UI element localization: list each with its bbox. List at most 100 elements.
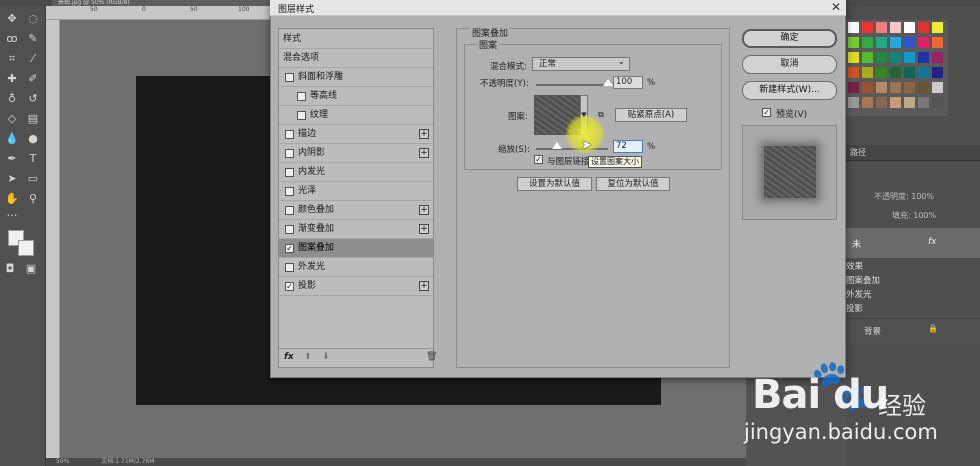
- style-checkbox[interactable]: [285, 206, 294, 215]
- tab-paths[interactable]: 路径: [850, 147, 866, 158]
- color-swatch[interactable]: [876, 67, 887, 78]
- blur-tool-icon[interactable]: 💧: [3, 130, 21, 148]
- style-item[interactable]: 内阴影 +: [279, 144, 433, 163]
- style-item[interactable]: 混合选项: [279, 49, 433, 68]
- background-color-swatch[interactable]: [18, 240, 34, 256]
- color-swatch[interactable]: [918, 52, 929, 63]
- layer-fill[interactable]: 填充: 100%: [892, 210, 936, 221]
- style-item[interactable]: 渐变叠加 +: [279, 220, 433, 239]
- color-swatch[interactable]: [904, 67, 915, 78]
- clone-stamp-icon[interactable]: ♁: [3, 90, 21, 108]
- style-checkbox[interactable]: [285, 73, 294, 82]
- healing-brush-icon[interactable]: ✚: [3, 70, 21, 88]
- style-item[interactable]: 描边 +: [279, 125, 433, 144]
- color-swatch[interactable]: [848, 22, 859, 33]
- style-item[interactable]: 斜面和浮雕: [279, 68, 433, 87]
- color-swatch[interactable]: [932, 52, 943, 63]
- style-item[interactable]: 样式: [279, 30, 433, 49]
- type-tool-icon[interactable]: T: [24, 150, 42, 168]
- pen-tool-icon[interactable]: ✒: [3, 150, 21, 168]
- color-swatch[interactable]: [904, 97, 915, 108]
- move-down-icon[interactable]: ⬇: [322, 352, 330, 362]
- layer-effect-item[interactable]: 效果: [846, 260, 863, 272]
- lasso-tool-icon[interactable]: ꝏ: [3, 30, 21, 48]
- style-checkbox[interactable]: ✓: [285, 244, 294, 253]
- style-item[interactable]: ✓ 图案叠加: [279, 239, 433, 258]
- color-swatch[interactable]: [848, 52, 859, 63]
- path-select-icon[interactable]: ➤: [3, 170, 21, 188]
- scale-input[interactable]: 72: [613, 140, 643, 153]
- style-checkbox[interactable]: [285, 263, 294, 272]
- screen-mode-icon[interactable]: ▣: [22, 260, 40, 278]
- color-swatch[interactable]: [932, 67, 943, 78]
- style-checkbox[interactable]: [297, 111, 306, 120]
- style-item[interactable]: ✓ 投影 +: [279, 277, 433, 296]
- color-swatch[interactable]: [918, 22, 929, 33]
- color-swatch[interactable]: [918, 97, 929, 108]
- style-checkbox[interactable]: [285, 187, 294, 196]
- quick-mask-icon[interactable]: ◘: [1, 260, 19, 278]
- color-swatch[interactable]: [876, 22, 887, 33]
- color-swatch[interactable]: [932, 97, 943, 108]
- color-swatch[interactable]: [918, 37, 929, 48]
- zoom-level[interactable]: 50%: [56, 458, 69, 465]
- color-swatch[interactable]: [932, 82, 943, 93]
- color-swatch[interactable]: [918, 67, 929, 78]
- add-effect-icon[interactable]: +: [419, 281, 429, 291]
- opacity-input[interactable]: 100: [613, 76, 643, 89]
- style-checkbox[interactable]: [285, 130, 294, 139]
- style-checkbox[interactable]: [285, 168, 294, 177]
- color-swatch[interactable]: [848, 97, 859, 108]
- snap-to-origin-button[interactable]: 贴紧原点(A): [615, 108, 687, 122]
- crop-tool-icon[interactable]: ⌗: [3, 50, 21, 68]
- color-swatch[interactable]: [848, 37, 859, 48]
- brush-tool-icon[interactable]: ✐: [24, 70, 42, 88]
- more-tools-icon[interactable]: …: [3, 204, 21, 222]
- dialog-title-bar[interactable]: [270, 0, 846, 16]
- color-swatch[interactable]: [890, 37, 901, 48]
- color-swatch[interactable]: [862, 82, 873, 93]
- style-checkbox[interactable]: [297, 92, 306, 101]
- opacity-slider[interactable]: [536, 84, 608, 86]
- style-item[interactable]: 外发光: [279, 258, 433, 277]
- style-item[interactable]: 纹理: [279, 106, 433, 125]
- ok-button[interactable]: 确定: [742, 29, 837, 48]
- add-effect-icon[interactable]: +: [419, 148, 429, 158]
- fx-badge[interactable]: fx: [928, 237, 937, 247]
- scale-slider-thumb[interactable]: [551, 142, 562, 149]
- set-default-button[interactable]: 设置为默认值: [517, 177, 592, 191]
- style-item[interactable]: 等高线: [279, 87, 433, 106]
- shape-tool-icon[interactable]: ▭: [24, 170, 42, 188]
- add-effect-icon[interactable]: +: [419, 129, 429, 139]
- preview-checkbox[interactable]: ✓: [762, 108, 771, 117]
- link-with-layer-checkbox[interactable]: ✓: [534, 155, 543, 164]
- marquee-tool-icon[interactable]: ◌: [24, 10, 42, 28]
- color-swatch[interactable]: [890, 97, 901, 108]
- style-item[interactable]: 颜色叠加 +: [279, 201, 433, 220]
- move-up-icon[interactable]: ⬆: [304, 352, 312, 362]
- color-swatch[interactable]: [890, 82, 901, 93]
- new-preset-icon[interactable]: ⧉: [598, 110, 604, 120]
- history-brush-icon[interactable]: ↺: [24, 90, 42, 108]
- color-swatch[interactable]: [918, 82, 929, 93]
- dodge-tool-icon[interactable]: ●: [24, 130, 42, 148]
- eraser-tool-icon[interactable]: ◇: [3, 110, 21, 128]
- layer-row[interactable]: [846, 228, 980, 258]
- cancel-button[interactable]: 取消: [742, 55, 837, 74]
- add-effect-icon[interactable]: +: [419, 205, 429, 215]
- color-swatch[interactable]: [932, 22, 943, 33]
- gradient-tool-icon[interactable]: ▤: [24, 110, 42, 128]
- color-swatch[interactable]: [904, 82, 915, 93]
- color-swatch[interactable]: [862, 52, 873, 63]
- color-swatch[interactable]: [876, 52, 887, 63]
- color-swatch[interactable]: [848, 67, 859, 78]
- zoom-tool-icon[interactable]: ⚲: [24, 190, 42, 208]
- color-swatch[interactable]: [904, 37, 915, 48]
- add-effect-icon[interactable]: +: [419, 224, 429, 234]
- blend-mode-select[interactable]: 正常: [532, 56, 630, 71]
- color-swatch[interactable]: [862, 37, 873, 48]
- color-swatch[interactable]: [876, 97, 887, 108]
- style-item[interactable]: 内发光: [279, 163, 433, 182]
- color-swatch[interactable]: [876, 37, 887, 48]
- style-checkbox[interactable]: [285, 225, 294, 234]
